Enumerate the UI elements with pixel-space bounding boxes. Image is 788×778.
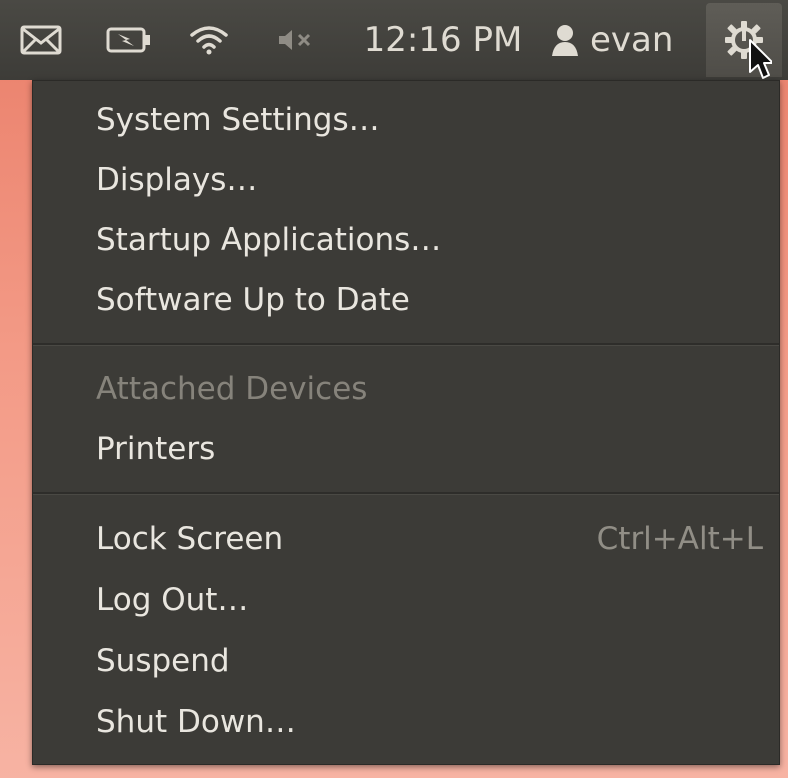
menu-item-shut-down[interactable]: Shut Down… <box>33 693 779 751</box>
menu-item-label: Attached Devices <box>96 371 368 407</box>
session-menu: System Settings… Displays… Startup Appli… <box>32 80 780 765</box>
menu-item-label: Displays… <box>96 162 258 198</box>
person-icon <box>552 25 578 56</box>
menu-separator <box>33 492 779 495</box>
menu-item-suspend[interactable]: Suspend <box>33 632 779 690</box>
messaging-indicator[interactable] <box>6 0 76 80</box>
user-indicator[interactable]: evan <box>550 0 700 80</box>
menu-item-label: Software Up to Date <box>96 282 410 318</box>
menu-item-label: Lock Screen <box>96 521 284 557</box>
mouse-pointer-icon <box>749 39 772 79</box>
menu-item-label: Shut Down… <box>96 704 296 740</box>
menu-item-startup-applications[interactable]: Startup Applications… <box>33 211 779 269</box>
menu-item-label: Suspend <box>96 643 230 679</box>
menu-item-displays[interactable]: Displays… <box>33 151 779 209</box>
wifi-icon <box>190 26 228 55</box>
menu-separator <box>33 343 779 346</box>
clock-indicator[interactable]: 12:16 PM <box>348 0 538 80</box>
menu-item-label: Log Out… <box>96 582 249 618</box>
menu-item-attached-devices: Attached Devices <box>33 360 779 418</box>
menu-item-system-settings[interactable]: System Settings… <box>33 91 779 149</box>
network-indicator[interactable] <box>176 0 242 80</box>
menu-item-lock-screen[interactable]: Lock Screen Ctrl+Alt+L <box>33 510 779 568</box>
menu-item-label: Printers <box>96 431 216 467</box>
battery-indicator[interactable] <box>94 0 164 80</box>
menu-item-label: Startup Applications… <box>96 222 442 258</box>
menu-item-log-out[interactable]: Log Out… <box>33 571 779 629</box>
clock-label: 12:16 PM <box>363 20 523 60</box>
speaker-muted-icon <box>279 30 311 50</box>
battery-charging-icon <box>106 27 150 53</box>
menu-item-label: System Settings… <box>96 102 380 138</box>
menu-item-shortcut: Ctrl+Alt+L <box>596 521 763 557</box>
menu-item-software-up-to-date[interactable]: Software Up to Date <box>33 271 779 329</box>
top-panel: 12:16 PM evan <box>0 0 788 80</box>
menu-item-printers[interactable]: Printers <box>33 420 779 478</box>
sound-indicator[interactable] <box>260 0 330 80</box>
user-name-label: evan <box>590 20 674 60</box>
envelope-icon <box>20 25 62 55</box>
